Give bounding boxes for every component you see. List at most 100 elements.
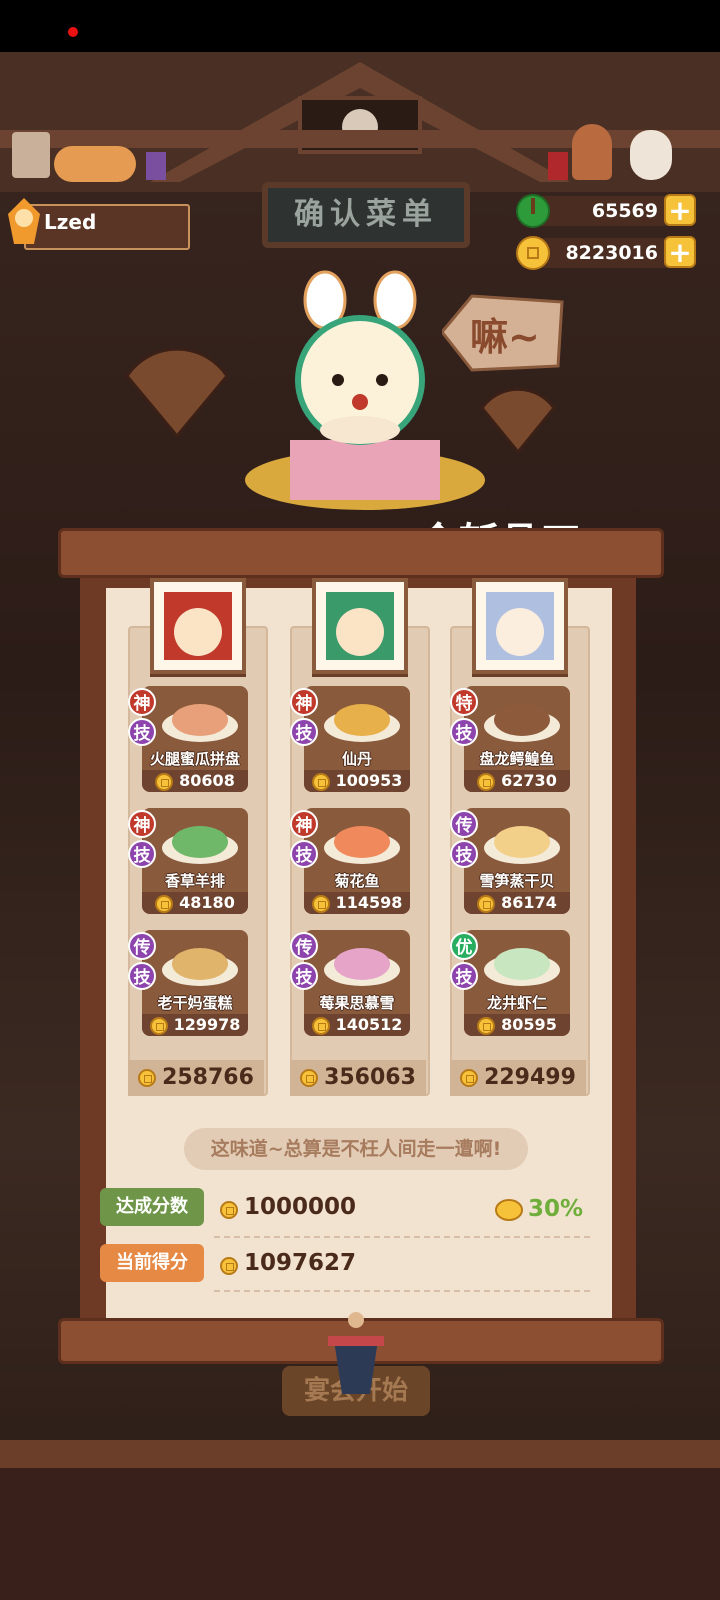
- skill-badge: 技: [290, 962, 318, 990]
- coin-icon: [477, 772, 496, 791]
- chef-portrait[interactable]: [150, 578, 246, 674]
- dish-plate-icon: [162, 826, 238, 864]
- dish-plate-icon: [484, 948, 560, 986]
- bonus-percent: 30%: [528, 1196, 584, 1222]
- skill-badge: 技: [450, 840, 478, 868]
- dish-plate-icon: [162, 704, 238, 742]
- dish-score-value: 80595: [501, 1015, 557, 1034]
- coin-icon: [311, 894, 330, 913]
- skill-badge: 技: [290, 840, 318, 868]
- dish-score: 114598: [304, 892, 410, 914]
- dish-score: 48180: [142, 892, 248, 914]
- floor-rail: [0, 1440, 720, 1468]
- chef-portrait[interactable]: [472, 578, 568, 674]
- skill-badge: 技: [128, 840, 156, 868]
- dish-score-value: 62730: [501, 771, 557, 790]
- dish-name: 龙井虾仁: [486, 994, 547, 1012]
- status-bar: [0, 0, 720, 52]
- dish-plate-icon: [324, 704, 400, 742]
- target-score: 1000000: [220, 1194, 356, 1220]
- dish-plate-icon: [324, 826, 400, 864]
- target-score-value: 1000000: [244, 1194, 357, 1220]
- divider: [214, 1290, 590, 1292]
- skill-badge: 技: [450, 718, 478, 746]
- recording-dot-icon: [68, 27, 78, 37]
- coin-icon: [460, 1069, 479, 1087]
- skill-badge: 技: [450, 962, 478, 990]
- dish-score-value: 140512: [335, 1015, 403, 1034]
- coin-icon: [300, 1069, 319, 1087]
- dish-score-value: 114598: [335, 893, 403, 912]
- dish-score: 100953: [304, 770, 410, 792]
- tassel-icon: [328, 1312, 384, 1394]
- roof-truss: [150, 62, 570, 182]
- coin-icon: [220, 1256, 238, 1275]
- player-avatar-icon[interactable]: [4, 196, 44, 246]
- coin-icon: [138, 1069, 157, 1087]
- rank-badge: 神: [128, 810, 156, 838]
- bonus-icon: [495, 1199, 523, 1221]
- rank-badge: 神: [128, 688, 156, 716]
- coin-icon: [477, 1016, 496, 1035]
- rank-badge: 神: [290, 810, 318, 838]
- dish-score-value: 129978: [173, 1015, 241, 1034]
- green-chef-icon: [326, 592, 394, 660]
- chef-quote: 这味道~总算是不枉人间走一遭啊!: [184, 1128, 528, 1170]
- dish-plate-icon: [484, 704, 560, 742]
- sleeping-cat-icon: [54, 146, 136, 182]
- target-score-label: 达成分数: [100, 1188, 204, 1226]
- add-coins-button[interactable]: +: [664, 236, 696, 268]
- dish-plate-icon: [162, 948, 238, 986]
- coin-icon: [220, 1200, 238, 1219]
- column-total: 229499: [450, 1060, 586, 1096]
- dish-score: 140512: [304, 1014, 410, 1036]
- dish-score-value: 80608: [179, 771, 235, 790]
- skill-badge: 技: [290, 718, 318, 746]
- menu-confirm-sign: 确认菜单: [262, 182, 470, 248]
- column-total: 258766: [128, 1060, 264, 1096]
- rank-badge: 传: [128, 932, 156, 960]
- dish-score: 80595: [464, 1014, 570, 1036]
- rank-badge: 优: [450, 932, 478, 960]
- add-jade-button[interactable]: +: [664, 194, 696, 226]
- dish-score-value: 100953: [335, 771, 403, 790]
- skill-badge: 技: [128, 962, 156, 990]
- chef-girl-icon: [572, 124, 612, 180]
- skill-badge: 技: [128, 718, 156, 746]
- dish-name: 仙丹: [341, 750, 372, 768]
- dish-plate-icon: [324, 948, 400, 986]
- dish-name: 盘龙鳄鳇鱼: [479, 750, 555, 768]
- dish-name: 老干妈蛋糕: [157, 994, 233, 1012]
- dish-name: 雪笋蒸干贝: [479, 872, 555, 890]
- opera-chef-icon: [164, 592, 232, 660]
- jar-icon: [548, 152, 568, 180]
- jade-icon: [516, 194, 550, 228]
- dish-name: 莓果思慕雪: [319, 994, 395, 1012]
- column-total: 356063: [290, 1060, 426, 1096]
- dish-plate-icon: [484, 826, 560, 864]
- coin-icon: [149, 1016, 168, 1035]
- divider: [214, 1236, 590, 1238]
- column-total-value: 258766: [162, 1065, 254, 1090]
- scroll-top-rod: [58, 528, 664, 578]
- dish-score: 129978: [142, 1014, 248, 1036]
- player-name: Lzed: [44, 210, 97, 234]
- coin-icon: [155, 894, 174, 913]
- column-total-value: 356063: [324, 1065, 416, 1090]
- dish-score: 62730: [464, 770, 570, 792]
- rank-badge: 传: [450, 810, 478, 838]
- dish-name: 火腿蜜瓜拼盘: [149, 750, 240, 768]
- coin-icon: [516, 236, 550, 270]
- coin-icon: [311, 772, 330, 791]
- paw-jar-icon: [12, 132, 50, 178]
- coin-icon: [155, 772, 174, 791]
- fan-icon: [125, 347, 229, 439]
- rank-badge: 神: [290, 688, 318, 716]
- column-total-value: 229499: [484, 1065, 576, 1090]
- rank-badge: 传: [290, 932, 318, 960]
- current-score-value: 1097627: [244, 1250, 357, 1276]
- coin-icon: [311, 1016, 330, 1035]
- current-score-label: 当前得分: [100, 1244, 204, 1282]
- chef-portrait[interactable]: [312, 578, 408, 674]
- dish-score: 80608: [142, 770, 248, 792]
